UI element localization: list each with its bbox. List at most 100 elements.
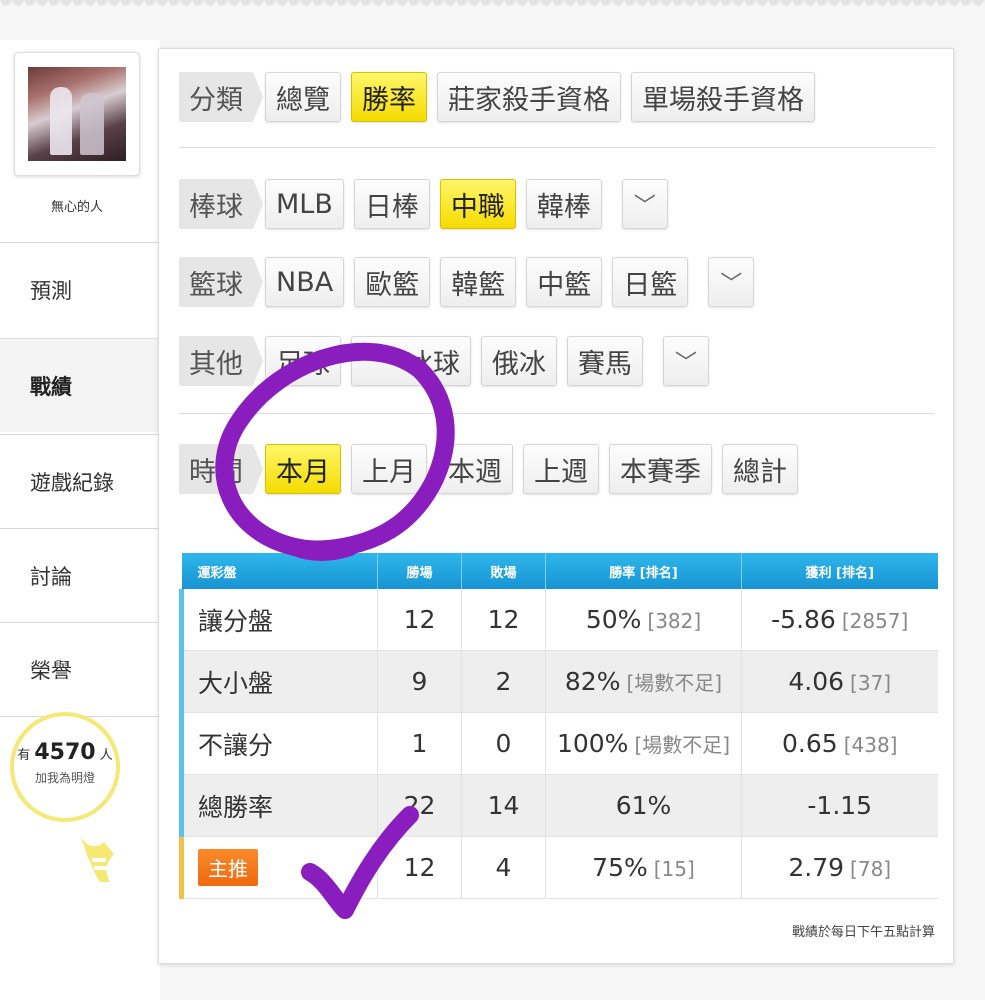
rank-value: [場數不足] [626, 671, 723, 695]
row-type: 大小盤 [179, 650, 378, 713]
other-filter-row: 其他 足球 冰球 俄冰 賽馬 ﹀ [179, 335, 719, 387]
row-wins: 12 [377, 589, 462, 651]
time-this-week-button[interactable]: 本週 [437, 444, 513, 494]
other-hockey-button[interactable]: 冰球 [351, 336, 471, 386]
fans-count: 4570 [34, 740, 96, 765]
row-profit: 4.06 [37] [741, 650, 938, 713]
basketball-japan-button[interactable]: 日籃 [612, 257, 689, 307]
rank-value: [2857] [841, 609, 909, 633]
sidebar-item-record[interactable]: 戰績 [0, 338, 160, 432]
fans-prefix: 有 [17, 748, 31, 763]
row-losses: 0 [461, 712, 546, 775]
chevron-down-icon: ﹀ [674, 351, 697, 376]
chevron-down-icon: ﹀ [633, 194, 656, 219]
sidebar-item-honor[interactable]: 榮譽 [0, 622, 158, 716]
other-soccer-button[interactable]: 足球 [265, 336, 341, 386]
sidebar-item-game-history[interactable]: 遊戲紀錄 [0, 434, 158, 528]
avatar[interactable] [14, 52, 140, 176]
time-this-month-button[interactable]: 本月 [265, 444, 341, 494]
chevron-down-icon: ﹀ [720, 272, 743, 297]
table-row: 讓分盤 12 12 50% [382] -5.86 [2857] [179, 589, 938, 651]
baseball-label: 棒球 [179, 179, 263, 229]
row-profit: 2.79 [78] [741, 836, 938, 899]
basketball-filter-row: 籃球 NBA 歐籃 韓籃 中籃 日籃 ﹀ [179, 256, 764, 308]
row-winrate: 50% [382] [545, 589, 742, 651]
basketball-nba-button[interactable]: NBA [265, 257, 345, 307]
table-row: 大小盤 9 2 82% [場數不足] 4.06 [37] [179, 650, 938, 713]
time-last-month-button[interactable]: 上月 [351, 444, 427, 494]
row-losses: 12 [461, 589, 546, 651]
other-expand-button[interactable]: ﹀ [663, 336, 709, 386]
time-total-button[interactable]: 總計 [722, 444, 798, 494]
rank-value: [37] [850, 671, 892, 695]
fans-cta: 加我為明燈 [34, 771, 95, 785]
other-horse-racing-button[interactable]: 賽馬 [567, 336, 643, 386]
basketball-expand-button[interactable]: ﹀ [708, 257, 755, 307]
row-type: 主推 [179, 836, 378, 899]
stats-table: 運彩盤 勝場 敗場 勝率 [排名] 獲利 [排名] 讓分盤 12 12 50%[… [179, 553, 938, 899]
table-row: 不讓分 1 0 100% [場數不足] 0.65 [438] [179, 712, 938, 775]
row-profit: -1.15 [741, 774, 938, 837]
baseball-npb-button[interactable]: 日棒 [353, 179, 430, 229]
rank-value: [場數不足] [634, 733, 731, 757]
col-profit-header: 獲利 [排名] [741, 553, 938, 589]
row-wins: 1 [377, 712, 462, 775]
rank-value: [382] [647, 609, 702, 633]
baseball-cpbl-button[interactable]: 中職 [439, 179, 516, 229]
row-wins: 22 [377, 774, 462, 837]
row-wins: 9 [377, 650, 462, 713]
row-winrate: 61% [545, 774, 742, 837]
main-pick-badge[interactable]: 主推 [198, 849, 258, 886]
main-panel: 分類 總覽 勝率 莊家殺手資格 單場殺手資格 棒球 MLB 日棒 中職 韓棒 ﹀… [158, 48, 954, 964]
category-overview-button[interactable]: 總覽 [265, 72, 341, 122]
baseball-mlb-button[interactable]: MLB [265, 179, 344, 229]
fans-badge[interactable]: 有 4570 人 加我為明燈 [10, 712, 120, 822]
row-profit: -5.86 [2857] [741, 589, 938, 651]
row-losses: 14 [461, 774, 546, 837]
divider [179, 413, 935, 414]
row-type: 不讓分 [179, 712, 378, 775]
row-losses: 2 [461, 650, 546, 713]
basketball-china-button[interactable]: 中籃 [526, 257, 603, 307]
row-winrate: 100% [場數不足] [545, 712, 742, 775]
lightbulb-icon [80, 834, 114, 882]
row-profit: 0.65 [438] [741, 712, 938, 775]
basketball-korea-button[interactable]: 韓籃 [440, 257, 517, 307]
rank-value: [438] [843, 733, 898, 757]
table-row-total: 總勝率 22 14 61% -1.15 [179, 774, 938, 837]
row-type: 讓分盤 [179, 589, 378, 651]
username[interactable]: 無心的人 [0, 196, 154, 215]
calc-note: 戰績於每日下午五點計算 [791, 925, 935, 940]
other-label: 其他 [179, 336, 263, 386]
sidebar-item-predict[interactable]: 預測 [0, 242, 158, 336]
avatar-image [28, 67, 126, 161]
col-winrate-header: 勝率 [排名] [545, 553, 742, 589]
col-wins-header: 勝場 [377, 553, 462, 589]
divider [179, 147, 935, 148]
category-winrate-button[interactable]: 勝率 [351, 72, 427, 122]
time-filter-row: 時間 本月 上月 本週 上週 本賽季 總計 [179, 443, 808, 495]
baseball-kbo-button[interactable]: 韓棒 [525, 179, 602, 229]
row-losses: 4 [461, 836, 546, 899]
time-this-season-button[interactable]: 本賽季 [609, 444, 712, 494]
row-wins: 12 [377, 836, 462, 899]
col-losses-header: 敗場 [461, 553, 546, 589]
table-header-row: 運彩盤 勝場 敗場 勝率 [排名] 獲利 [排名] [181, 553, 938, 589]
fans-suffix: 人 [99, 748, 113, 763]
category-label: 分類 [179, 72, 263, 122]
row-winrate: 75% [15] [545, 836, 742, 899]
baseball-filter-row: 棒球 MLB 日棒 中職 韓棒 ﹀ [179, 178, 678, 230]
baseball-expand-button[interactable]: ﹀ [621, 179, 668, 229]
category-filter-row: 分類 總覽 勝率 莊家殺手資格 單場殺手資格 [179, 71, 825, 123]
basketball-euro-button[interactable]: 歐籃 [354, 257, 431, 307]
time-last-week-button[interactable]: 上週 [523, 444, 599, 494]
row-winrate: 82% [場數不足] [545, 650, 742, 713]
table-row-main-pick: 主推 12 4 75% [15] 2.79 [78] [179, 836, 938, 899]
time-label: 時間 [179, 444, 263, 494]
top-border [0, 0, 985, 14]
sidebar-item-discussion[interactable]: 討論 [0, 528, 158, 622]
category-single-killer-button[interactable]: 單場殺手資格 [631, 72, 815, 122]
other-khl-button[interactable]: 俄冰 [481, 336, 557, 386]
category-dealer-killer-button[interactable]: 莊家殺手資格 [437, 72, 621, 122]
row-type: 總勝率 [179, 774, 378, 837]
